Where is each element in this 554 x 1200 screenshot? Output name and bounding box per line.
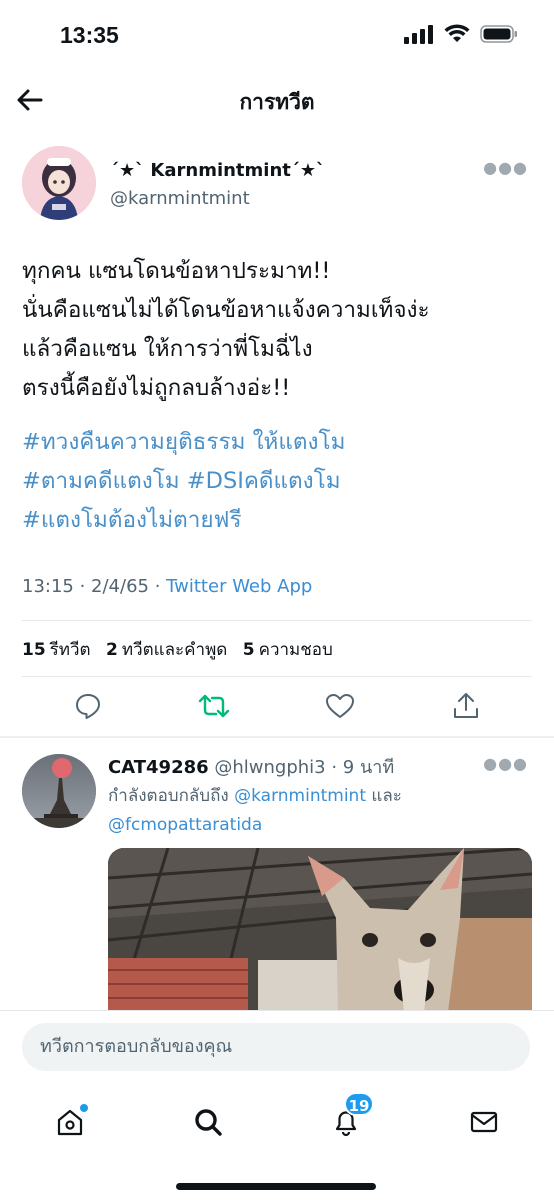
nav-home[interactable] <box>50 1102 90 1142</box>
tweet-text-line: ทุกคน แซนโดนข้อหาประมาท!! <box>22 258 331 284</box>
retweet-icon <box>198 694 230 718</box>
quotes-count: 2 <box>106 640 118 660</box>
more-options-icon[interactable]: ●●● <box>483 158 528 177</box>
mention-link[interactable]: @fcmopattaratida <box>108 815 262 835</box>
retweets-label: รีทวีต <box>49 640 91 660</box>
avatar[interactable] <box>22 754 96 828</box>
replying-to: กำลังตอบกลับถึง @karnmintmint และ @fcmop… <box>108 782 528 840</box>
tweet-stats: 15 รีทวีต 2 ทวีตและคำพูด 5 ความชอบ <box>22 636 343 663</box>
tweet-author-row: ´★` Karnmintmint´★` @karnmintmint ●●● <box>22 146 532 222</box>
retweets-stat[interactable]: 15 รีทวีต <box>22 640 91 660</box>
mail-icon <box>470 1111 498 1133</box>
divider <box>22 620 532 621</box>
share-icon <box>454 693 478 718</box>
status-time: 13:35 <box>60 22 119 48</box>
likes-label: ความชอบ <box>258 640 333 660</box>
tweet-actions <box>0 688 554 728</box>
tweet-text-line: แล้วคือแซน ให้การว่าพี่โมฉี่ไง <box>22 336 313 362</box>
likes-stat[interactable]: 5 ความชอบ <box>243 640 333 660</box>
heart-icon <box>326 694 354 718</box>
reply-button[interactable] <box>72 688 104 724</box>
tweet-text-line: นั่นคือแซนไม่ได้โดนข้อหาแจ้งความเท็จง่ะ <box>22 297 430 323</box>
replying-joiner: และ <box>365 786 402 806</box>
retweets-count: 15 <box>22 640 46 660</box>
like-button[interactable] <box>324 688 356 724</box>
home-indicator[interactable] <box>176 1183 376 1190</box>
share-button[interactable] <box>450 688 482 724</box>
search-icon <box>195 1109 222 1136</box>
nav-messages[interactable] <box>464 1102 504 1142</box>
tweet-hashtags: #ทวงคืนความยุติธรรม ให้แตงโม #ตามคดีแตงโ… <box>22 423 540 540</box>
tweet-text: ทุกคน แซนโดนข้อหาประมาท!! นั่นคือแซนไม่ไ… <box>22 252 540 408</box>
signal-icon <box>404 24 434 48</box>
top-header: การทวีต <box>0 72 554 130</box>
tweet-source-link[interactable]: Twitter Web App <box>166 576 312 597</box>
home-icon <box>57 1109 83 1136</box>
status-icons <box>404 24 518 48</box>
notifications-badge: 19 <box>344 1092 374 1116</box>
quotes-stat[interactable]: 2 ทวีตและคำพูด <box>106 640 227 660</box>
hashtag-link[interactable]: #แตงโมต้องไม่ตายฟรี <box>22 501 540 540</box>
reply-icon <box>76 694 100 719</box>
reply-input[interactable]: ทวีตการตอบกลับของคุณ <box>22 1023 530 1071</box>
author-handle[interactable]: @karnmintmint <box>110 188 250 209</box>
reply-media-image[interactable] <box>108 848 532 1012</box>
status-bar: 13:35 <box>0 0 554 70</box>
battery-icon <box>480 24 518 48</box>
avatar[interactable] <box>22 146 96 220</box>
quotes-label: ทวีตและคำพูด <box>121 640 228 660</box>
reply-author-handle: @hlwngphi3 · 9 นาที <box>208 757 395 778</box>
tweet-timestamp: 13:15 · 2/4/65 · <box>22 576 167 597</box>
hashtag-link[interactable]: #ตามคดีแตงโม #DSIคดีแตงโม <box>22 462 540 501</box>
section-divider <box>0 736 554 738</box>
tweet-meta: 13:15 · 2/4/65 · Twitter Web App <box>22 576 312 597</box>
home-notification-dot <box>80 1104 88 1112</box>
nav-notifications[interactable]: 19 <box>326 1092 374 1142</box>
retweet-button[interactable] <box>198 688 230 724</box>
hashtag-link[interactable]: #ทวงคืนความยุติธรรม ให้แตงโม <box>22 423 540 462</box>
bottom-navigation: 19 <box>0 1090 554 1200</box>
nav-search[interactable] <box>188 1102 228 1142</box>
more-options-icon[interactable]: ●●● <box>483 754 528 773</box>
divider <box>22 676 532 677</box>
reply-header: CAT49286 @hlwngphi3 · 9 นาที <box>108 752 394 781</box>
replying-prefix: กำลังตอบกลับถึง <box>108 786 235 806</box>
mention-link[interactable]: @karnmintmint <box>234 786 366 806</box>
likes-count: 5 <box>242 640 255 660</box>
reply-author-name[interactable]: CAT49286 <box>108 757 209 778</box>
author-name[interactable]: ´★` Karnmintmint´★` <box>110 160 325 181</box>
tweet-text-line: ตรงนี้คือยังไม่ถูกลบล้างอ่ะ!! <box>22 375 291 401</box>
wifi-icon <box>444 24 470 48</box>
page-title: การทวีต <box>239 90 315 114</box>
reply-composer: ทวีตการตอบกลับของคุณ <box>0 1010 554 1090</box>
